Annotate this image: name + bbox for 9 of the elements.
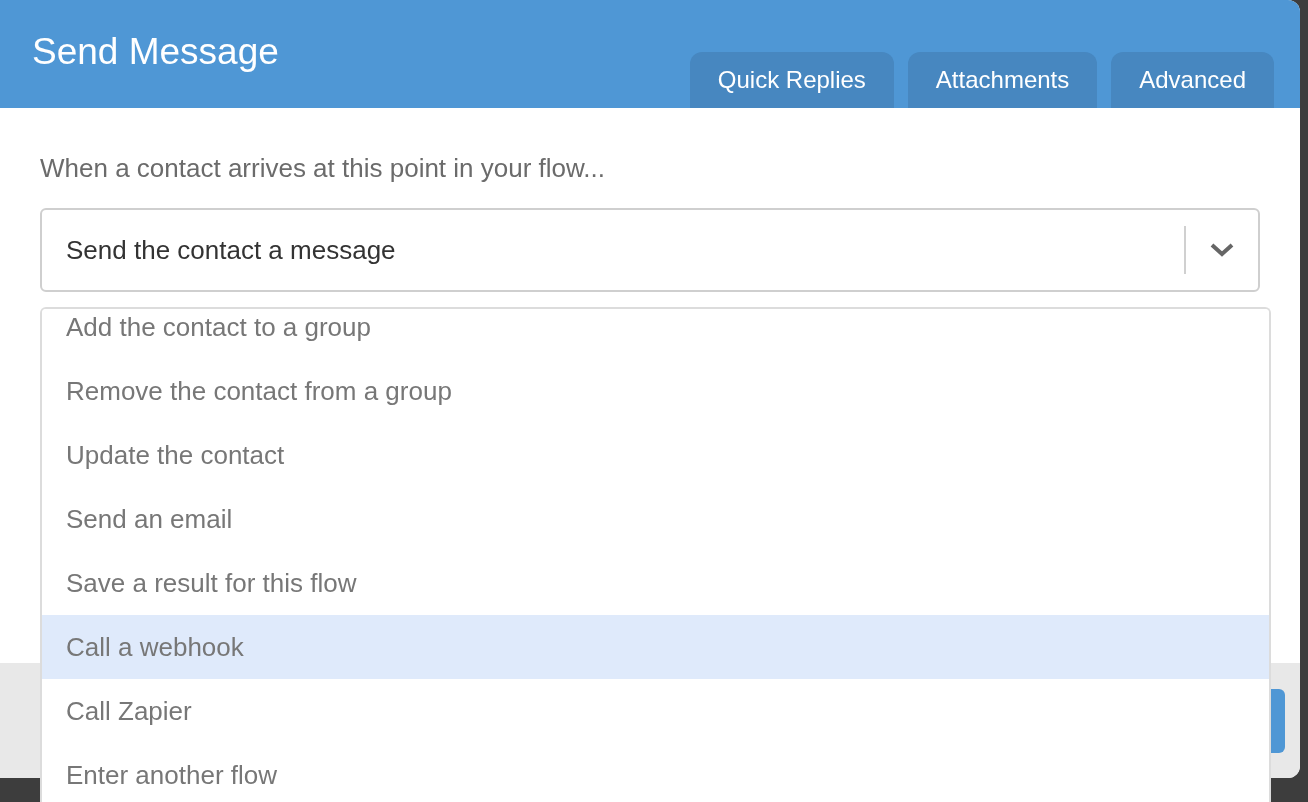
tab[interactable]: Advanced [1111,52,1274,108]
chevron-down-icon[interactable] [1210,242,1234,258]
tab[interactable]: Attachments [907,52,1098,108]
menu-option[interactable]: Call a webhook [42,615,1269,679]
prompt-text: When a contact arrives at this point in your flow... [40,152,607,184]
tab[interactable]: Quick Replies [689,52,894,108]
dialog-title: Send Message [32,30,279,74]
action-select[interactable]: Send the contact a message [40,208,1260,292]
select-value: Send the contact a message [66,233,397,267]
